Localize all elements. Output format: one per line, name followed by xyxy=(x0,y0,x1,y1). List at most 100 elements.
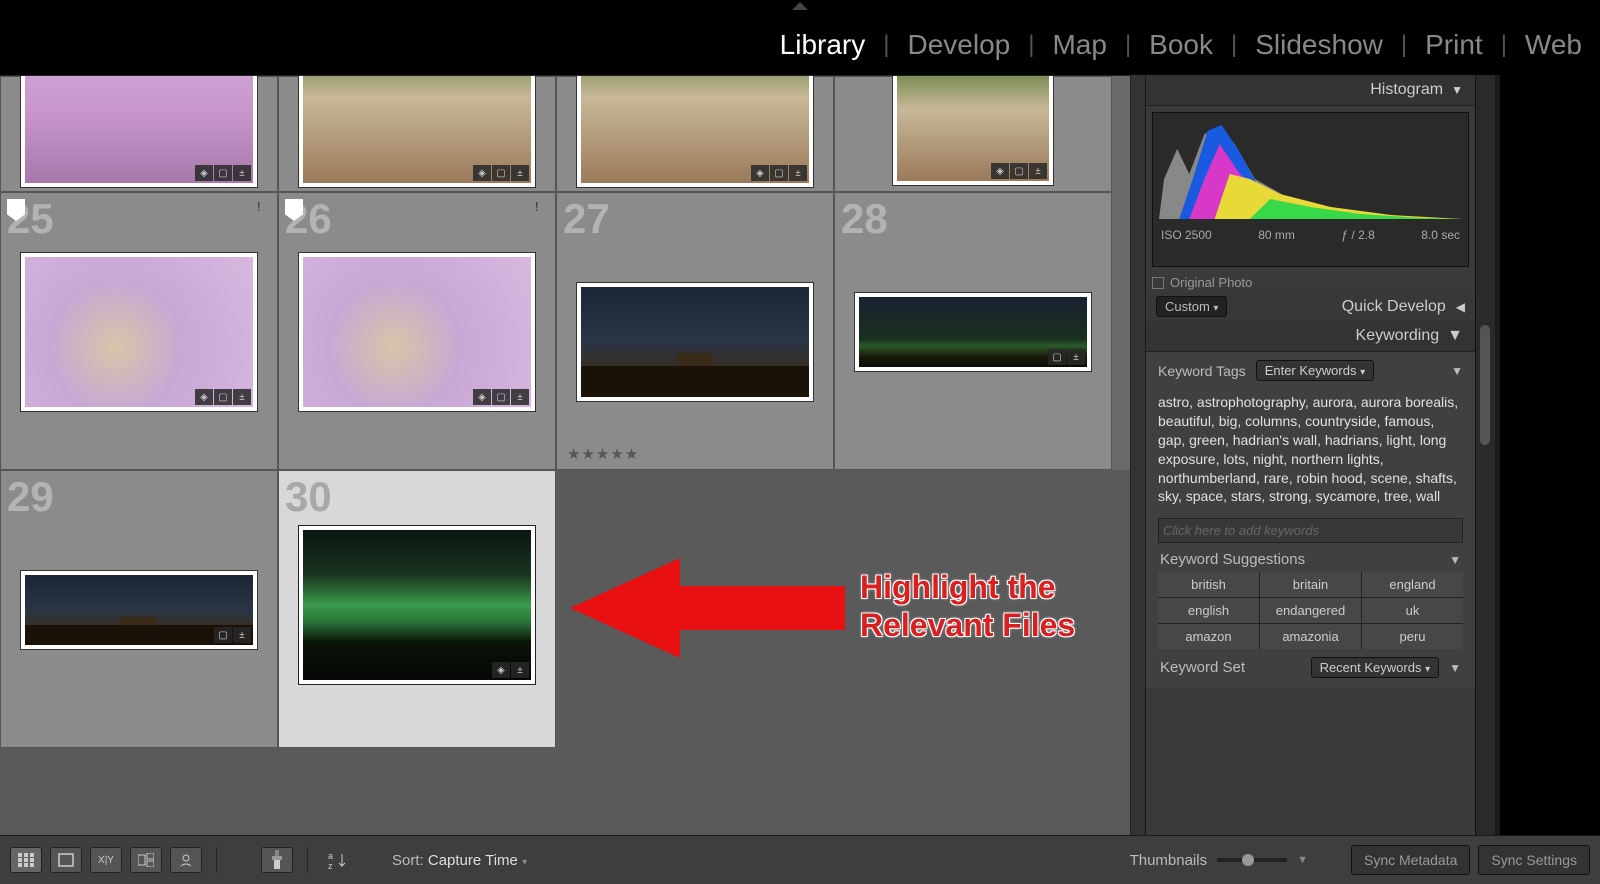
module-library[interactable]: Library xyxy=(762,29,884,61)
keyword-badge-icon[interactable]: ◈ xyxy=(195,165,213,181)
sort-direction-icon[interactable]: az xyxy=(322,847,354,873)
module-map[interactable]: Map xyxy=(1034,29,1124,61)
adjust-badge-icon[interactable]: ± xyxy=(233,165,251,181)
keyword-badge-icon[interactable]: ◈ xyxy=(751,165,769,181)
keyword-suggestion[interactable]: amazonia xyxy=(1260,624,1361,649)
keyword-suggestion[interactable]: amazon xyxy=(1158,624,1259,649)
disclosure-triangle-icon[interactable]: ▼ xyxy=(1451,83,1463,97)
checkbox-icon[interactable] xyxy=(1152,277,1164,289)
crop-badge-icon[interactable]: ▢ xyxy=(492,165,510,181)
histogram-display[interactable]: ISO 2500 80 mm ƒ / 2.8 8.0 sec xyxy=(1152,112,1469,267)
keywording-title: Keywording xyxy=(1356,327,1440,345)
keyword-suggestion[interactable]: british xyxy=(1158,572,1259,597)
thumbnail-cell[interactable]: ◈▢± xyxy=(834,76,1112,192)
keyword-tags-text[interactable]: astro, astrophotography, aurora, aurora … xyxy=(1158,387,1463,512)
thumbnail-cell-selected[interactable]: 30 ◈± xyxy=(278,470,556,748)
loupe-view-icon[interactable] xyxy=(50,847,82,873)
keyword-tags-dropdown[interactable]: Enter Keywords ▾ xyxy=(1256,360,1374,381)
thumbnail-cell[interactable]: ◈▢± xyxy=(278,76,556,192)
module-web[interactable]: Web xyxy=(1507,29,1600,61)
keyword-badge-icon[interactable]: ◈ xyxy=(473,389,491,405)
module-develop[interactable]: Develop xyxy=(890,29,1029,61)
star-rating[interactable]: ★★★★★ xyxy=(567,445,639,463)
sort-control[interactable]: Sort: Capture Time ▾ xyxy=(392,852,527,869)
module-book[interactable]: Book xyxy=(1131,29,1231,61)
chevron-down-icon: ▾ xyxy=(1425,664,1430,675)
cell-index: 28 xyxy=(841,195,888,243)
thumbnail-cell[interactable]: ◈▢± xyxy=(0,76,278,192)
keywording-panel: Keyword Tags Enter Keywords ▾ ▼ astro, a… xyxy=(1146,351,1475,688)
metadata-warning-icon[interactable]: ! xyxy=(257,199,271,213)
crop-badge-icon[interactable]: ▢ xyxy=(770,165,788,181)
thumbnail-cell[interactable]: ◈▢± xyxy=(556,76,834,192)
original-photo-toggle[interactable]: Original Photo xyxy=(1146,273,1475,292)
crop-badge-icon[interactable]: ▢ xyxy=(214,627,232,643)
crop-badge-icon[interactable]: ▢ xyxy=(214,165,232,181)
adjust-badge-icon[interactable]: ± xyxy=(233,389,251,405)
disclosure-triangle-icon[interactable]: ▼ xyxy=(1451,364,1463,378)
crop-badge-icon[interactable]: ▢ xyxy=(214,389,232,405)
disclosure-triangle-icon[interactable]: ▼ xyxy=(1449,661,1461,675)
keyword-badge-icon[interactable]: ◈ xyxy=(991,163,1009,179)
right-panel: Histogram ▼ ISO 2500 80 mm ƒ / 2.8 8.0 s… xyxy=(1145,75,1475,835)
metadata-warning-icon[interactable]: ! xyxy=(535,199,549,213)
svg-text:a: a xyxy=(328,851,333,861)
thumbnail-cell[interactable]: 29 ▢± xyxy=(0,470,278,748)
adjust-badge-icon[interactable]: ± xyxy=(1067,349,1085,365)
keyword-set-dropdown[interactable]: Recent Keywords ▾ xyxy=(1311,657,1440,678)
svg-text:z: z xyxy=(328,861,333,870)
module-slideshow[interactable]: Slideshow xyxy=(1237,29,1401,61)
toolbar-menu-icon[interactable]: ▼ xyxy=(1297,854,1308,866)
keywording-panel-header[interactable]: Keywording ▼ xyxy=(1146,321,1475,351)
module-print[interactable]: Print xyxy=(1407,29,1501,61)
compare-view-icon[interactable]: X|Y xyxy=(90,847,122,873)
panel-scrollbar[interactable] xyxy=(1475,75,1495,835)
adjust-badge-icon[interactable]: ± xyxy=(1029,163,1047,179)
thumbnail-grid[interactable]: ◈▢± ◈▢± ◈▢± ◈▢± 25 ! ◈▢± xyxy=(0,75,1130,835)
sync-metadata-button[interactable]: Sync Metadata xyxy=(1351,845,1470,875)
thumbnail-image: ▢± xyxy=(21,571,257,649)
adjust-badge-icon[interactable]: ± xyxy=(233,627,251,643)
keyword-suggestion[interactable]: english xyxy=(1158,598,1259,623)
crop-badge-icon[interactable]: ▢ xyxy=(492,389,510,405)
sync-settings-button[interactable]: Sync Settings xyxy=(1478,845,1590,875)
module-picker: Library| Develop| Map| Book| Slideshow| … xyxy=(762,29,1600,61)
thumbnail-image: ◈▢± xyxy=(21,75,257,187)
keyword-suggestion[interactable]: uk xyxy=(1362,598,1463,623)
grid-view-icon[interactable] xyxy=(10,847,42,873)
keyword-suggestion[interactable]: england xyxy=(1362,572,1463,597)
thumbnail-image: ◈▢± xyxy=(21,253,257,411)
crop-badge-icon[interactable]: ▢ xyxy=(1010,163,1028,179)
cell-index: 27 xyxy=(563,195,610,243)
disclosure-triangle-icon[interactable]: ▼ xyxy=(1447,327,1463,345)
adjust-badge-icon[interactable]: ± xyxy=(511,165,529,181)
keyword-badge-icon[interactable]: ◈ xyxy=(492,662,510,678)
adjust-badge-icon[interactable]: ± xyxy=(511,662,529,678)
treatment-dropdown[interactable]: Custom ▾ xyxy=(1156,296,1227,317)
histogram-panel-header[interactable]: Histogram ▼ xyxy=(1146,75,1475,106)
exif-iso: ISO 2500 xyxy=(1161,228,1212,242)
thumbnail-cell[interactable]: 26 ! ◈▢± xyxy=(278,192,556,470)
thumbnail-size-slider[interactable] xyxy=(1217,858,1287,862)
grid-scrollbar[interactable] xyxy=(1130,75,1145,835)
people-view-icon[interactable] xyxy=(170,847,202,873)
thumbnail-cell[interactable]: 28 ▢± xyxy=(834,192,1112,470)
quick-develop-title: Quick Develop xyxy=(1342,298,1446,316)
keyword-add-input[interactable]: Click here to add keywords xyxy=(1158,518,1463,543)
keyword-suggestion[interactable]: endangered xyxy=(1260,598,1361,623)
thumbnail-cell[interactable]: 25 ! ◈▢± xyxy=(0,192,278,470)
keyword-badge-icon[interactable]: ◈ xyxy=(473,165,491,181)
keyword-badge-icon[interactable]: ◈ xyxy=(195,389,213,405)
crop-badge-icon[interactable]: ▢ xyxy=(1048,349,1066,365)
adjust-badge-icon[interactable]: ± xyxy=(789,165,807,181)
painter-tool-icon[interactable] xyxy=(261,847,293,873)
disclosure-triangle-icon[interactable]: ▼ xyxy=(1449,553,1461,567)
keyword-suggestion[interactable]: britain xyxy=(1260,572,1361,597)
disclosure-triangle-icon[interactable]: ◀ xyxy=(1456,300,1465,314)
survey-view-icon[interactable] xyxy=(130,847,162,873)
panel-expand-indicator-icon[interactable] xyxy=(792,2,808,10)
keyword-suggestion[interactable]: peru xyxy=(1362,624,1463,649)
thumbnail-cell[interactable]: 27 ★★★★★ xyxy=(556,192,834,470)
thumbnail-image: ▢± xyxy=(855,293,1091,371)
adjust-badge-icon[interactable]: ± xyxy=(511,389,529,405)
